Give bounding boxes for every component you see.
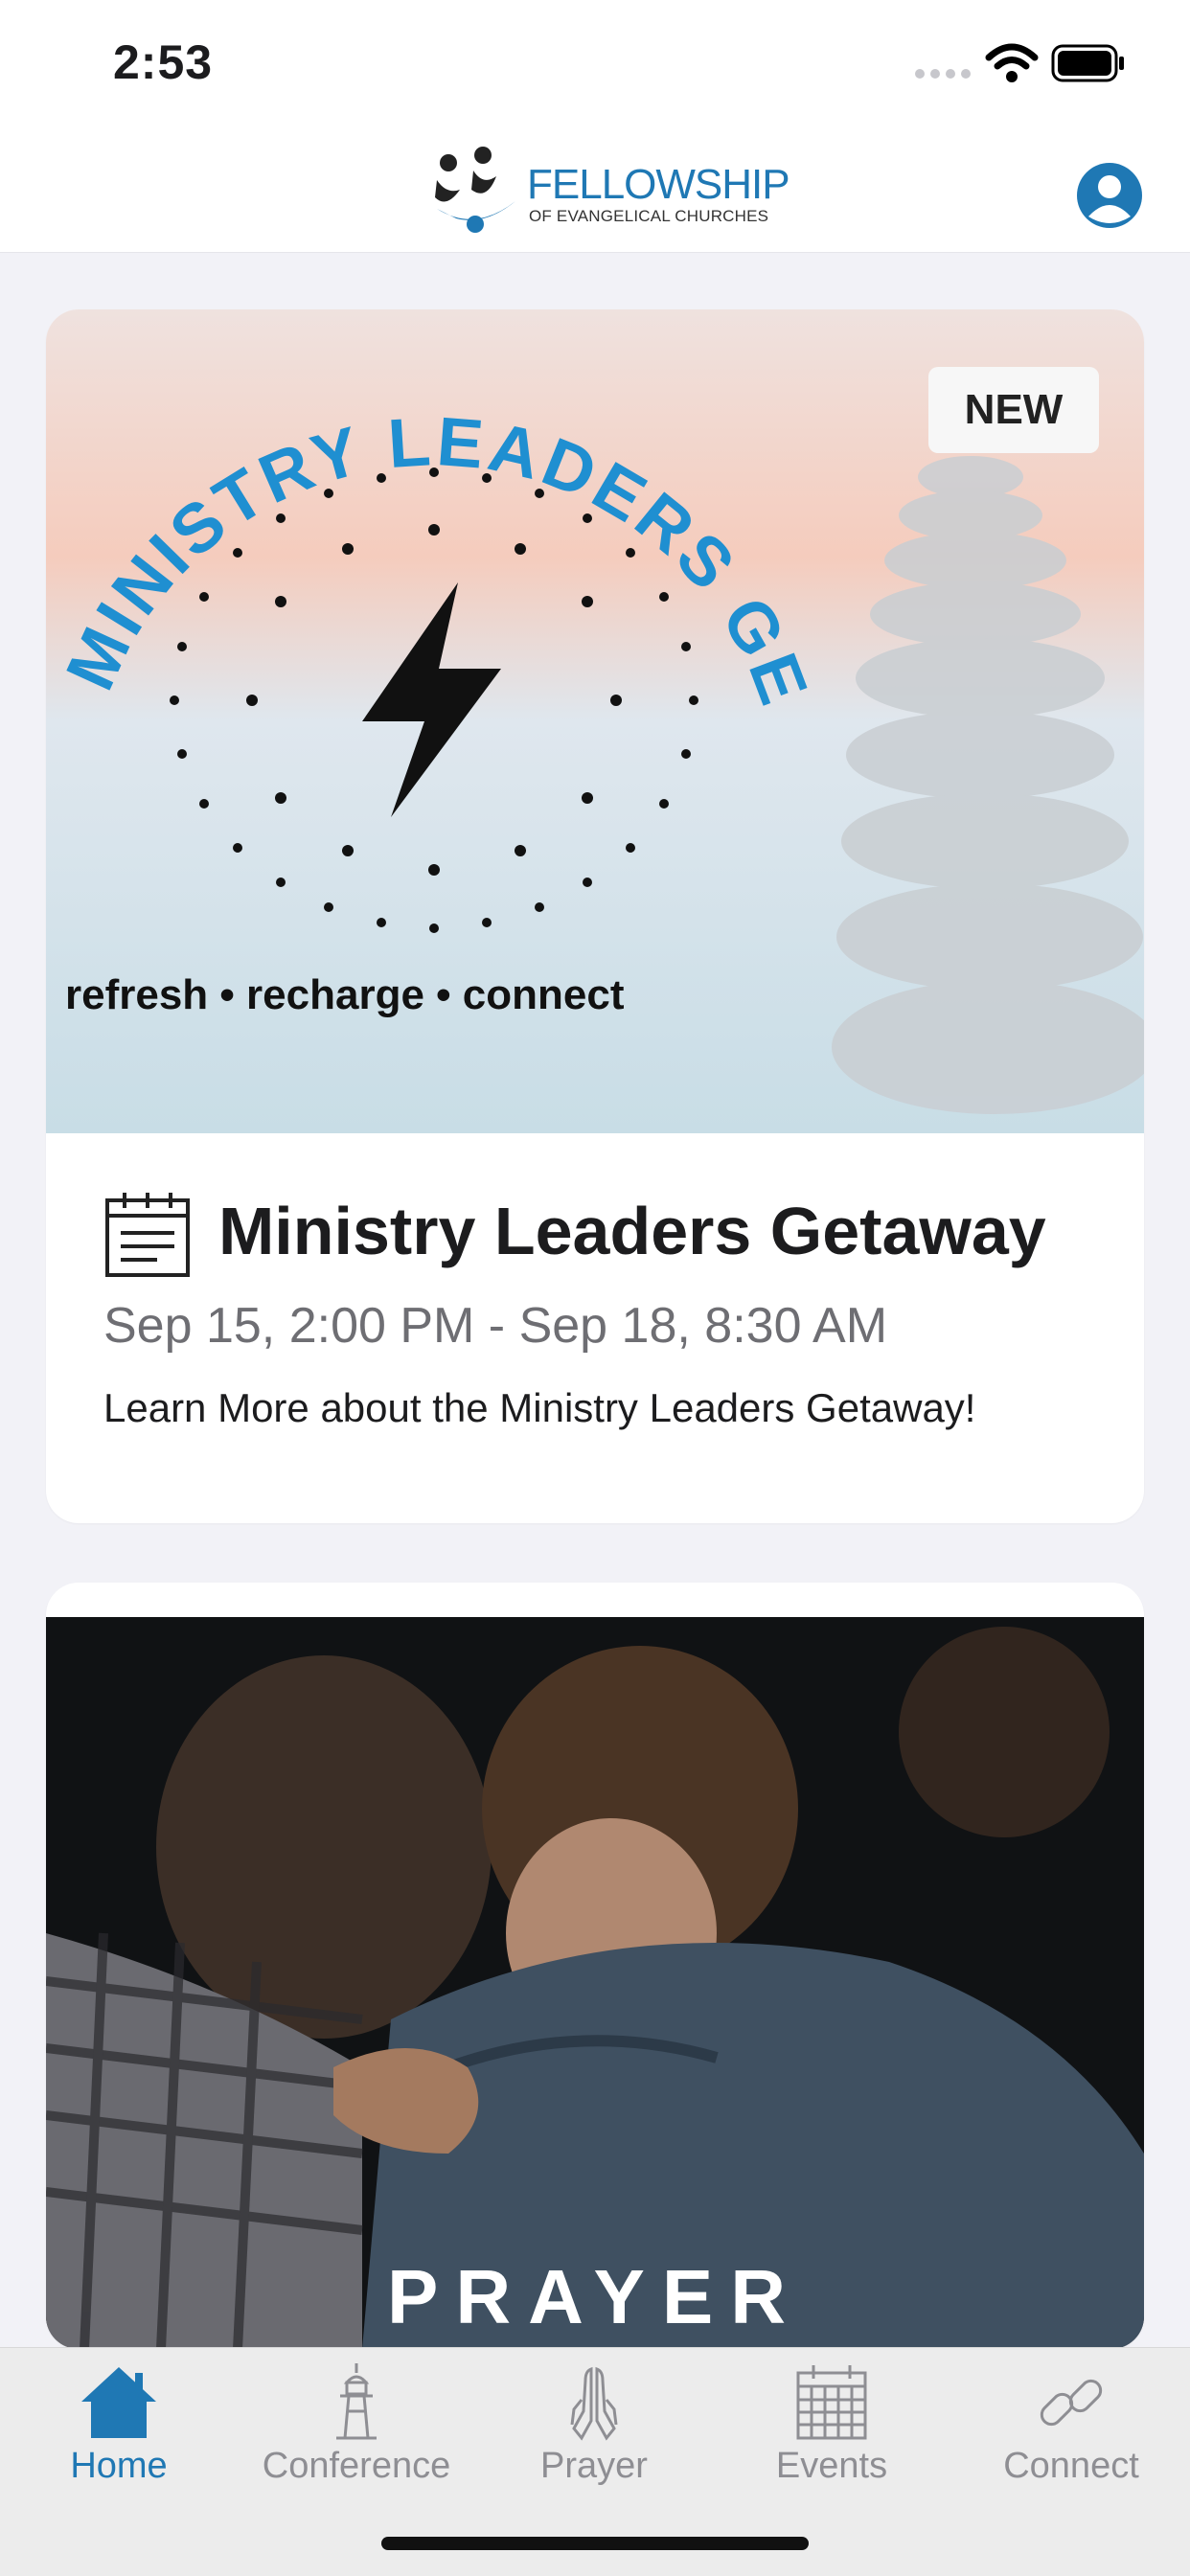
tab-prayer[interactable]: Prayer: [475, 2348, 713, 2511]
event-description: Learn More about the Ministry Leaders Ge…: [103, 1385, 976, 1430]
tab-label: Home: [70, 2446, 168, 2486]
logo-title: FELLOWSHIP: [527, 161, 790, 208]
status-time: 2:53: [113, 35, 214, 89]
event-title: Ministry Leaders Getaway: [218, 1194, 1046, 1268]
status-bar: 2:53: [0, 0, 1190, 129]
profile-button[interactable]: [1075, 161, 1144, 230]
link-icon: [1040, 2379, 1103, 2427]
home-icon: [81, 2367, 156, 2438]
event-date: Sep 15, 2:00 PM - Sep 18, 8:30 AM: [103, 1298, 888, 1354]
prayer-card[interactable]: PRAYER: [46, 1583, 1144, 2349]
tab-label: Prayer: [540, 2446, 648, 2486]
tab-home[interactable]: Home: [0, 2348, 238, 2511]
home-indicator: [381, 2537, 809, 2550]
tab-label: Events: [775, 2446, 888, 2486]
calendar-note-icon: [105, 1193, 190, 1277]
logo-subtitle: OF EVANGELICAL CHURCHES: [529, 207, 769, 225]
fellowship-logo: FELLOWSHIP OF EVANGELICAL CHURCHES: [427, 142, 790, 238]
tab-label: Conference: [262, 2446, 451, 2486]
tab-conference[interactable]: Conference: [238, 2348, 475, 2511]
event-card[interactable]: MINISTRY LEADERS GETAWAY refresh • recha…: [46, 309, 1144, 1523]
tab-label: Connect: [1003, 2446, 1139, 2486]
tab-events[interactable]: Events: [713, 2348, 950, 2511]
logo-mark-icon: [435, 147, 515, 233]
lighthouse-icon: [336, 2363, 377, 2440]
signal-icon: [915, 69, 971, 79]
calendar-icon: [796, 2365, 867, 2440]
banner-tagline: refresh • recharge • connect: [65, 971, 625, 1018]
prayer-banner-image: [46, 1617, 1144, 2349]
tab-connect[interactable]: Connect: [952, 2348, 1190, 2511]
wifi-icon: [985, 43, 1039, 82]
prayer-caption: PRAYER: [386, 2254, 804, 2339]
new-badge: NEW: [928, 367, 1099, 453]
battery-icon: [1051, 44, 1124, 82]
praying-hands-icon: [570, 2366, 618, 2441]
